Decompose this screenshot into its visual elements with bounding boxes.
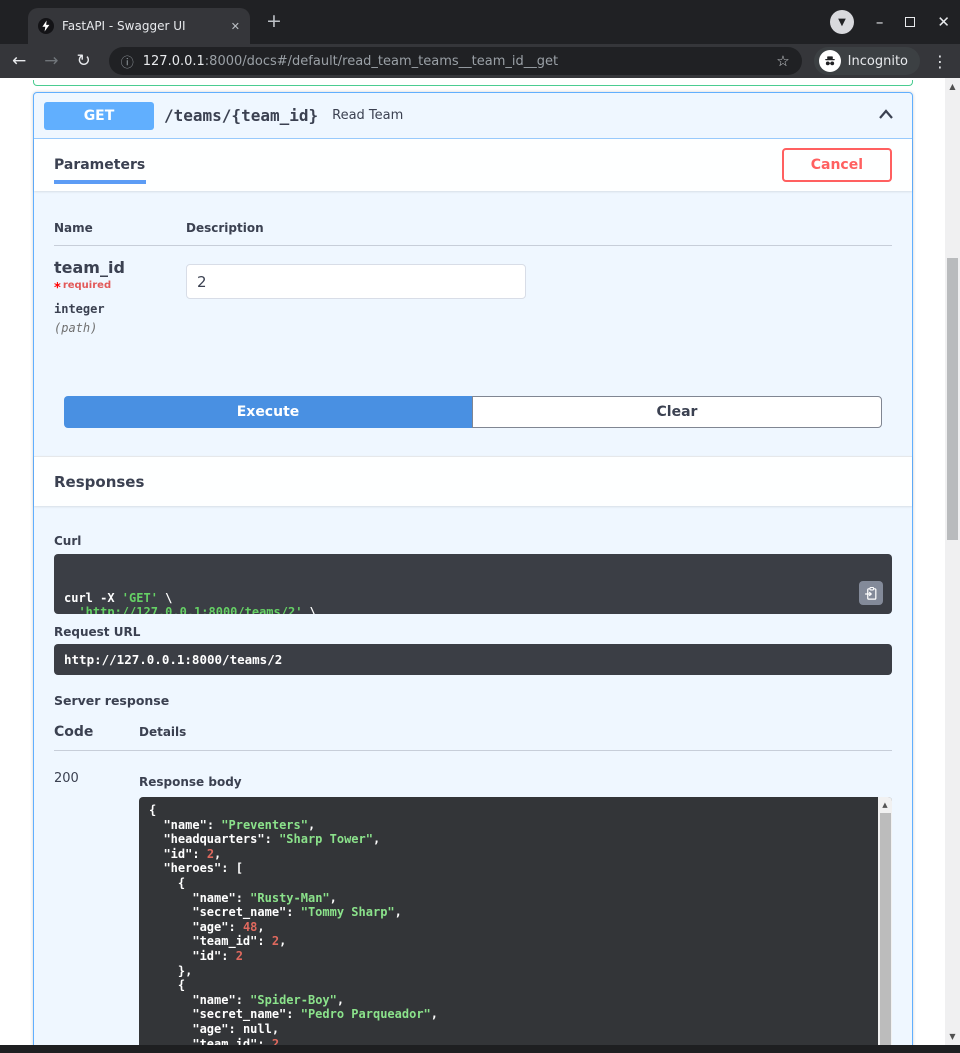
execute-button[interactable]: Execute [64,396,472,428]
curl-block: curl -X 'GET' \ 'http://127.0.0.1:8000/t… [54,554,892,614]
curl-label: Curl [54,534,892,548]
browser-tab[interactable]: FastAPI - Swagger UI ✕ [28,8,250,44]
incognito-badge: Incognito [814,47,920,75]
page-scrollbar[interactable]: ▲ ▼ [945,78,960,1045]
scroll-up-arrow-icon[interactable]: ▲ [878,797,892,809]
responses-section-header: Responses [34,456,912,506]
team-id-input[interactable] [186,264,526,299]
clear-button[interactable]: Clear [472,396,882,428]
required-asterisk: * [54,281,61,296]
parameter-row: team_id *required integer (path) [54,258,892,335]
request-url-label: Request URL [54,625,892,639]
responses-body: Curl curl -X 'GET' \ 'http://127.0.0.1:8… [34,506,912,1045]
response-body-block: { "name": "Preventers", "headquarters": … [139,797,892,1045]
tab-close-icon[interactable]: ✕ [231,20,240,33]
page-scrollbar-thumb[interactable] [947,258,958,540]
tab-title: FastAPI - Swagger UI [62,19,223,33]
tab-parameters[interactable]: Parameters [54,157,145,173]
description-column-header: Description [186,221,264,235]
server-response-label: Server response [54,693,892,708]
response-body-scrollbar[interactable]: ▲ [878,797,892,1045]
swagger-page: GET /teams/{team_id} Read Team Parameter… [0,78,945,1045]
fastapi-favicon-icon [38,18,54,34]
response-table-divider [54,750,892,751]
parameters-tab-label: Parameters [54,157,145,173]
operation-summary: Read Team [332,108,403,123]
response-scrollbar-thumb[interactable] [880,813,891,1045]
name-column-header: Name [54,221,186,235]
site-info-icon[interactable]: ⓘ [121,52,134,71]
browser-toolbar: ← → ↻ ⓘ 127.0.0.1:8000/docs#/default/rea… [0,44,960,78]
required-label: required [63,280,111,291]
collapse-chevron-icon[interactable] [870,102,902,129]
page-scroll-up-icon[interactable]: ▲ [945,82,960,91]
browser-titlebar: FastAPI - Swagger UI ✕ + ▼ – ✕ [0,0,960,44]
browser-menu-button[interactable]: ⋮ [932,52,948,71]
operation-path: /teams/{team_id} [164,106,318,125]
response-row: 200 Response body { "name": "Preventers"… [54,765,892,1045]
parameter-location: (path) [54,321,186,335]
forward-button: → [44,51,58,71]
page-viewport: GET /teams/{team_id} Read Team Parameter… [0,78,960,1045]
url-text: 127.0.0.1:8000/docs#/default/read_team_t… [143,54,558,69]
parameter-type: integer [54,302,186,316]
address-bar[interactable]: ⓘ 127.0.0.1:8000/docs#/default/read_team… [109,47,802,75]
table-divider [54,245,892,246]
details-column-header: Details [139,725,186,739]
close-window-button[interactable]: ✕ [937,15,950,30]
response-json-code: { "name": "Preventers", "headquarters": … [139,797,892,1045]
window-bottom-frame [0,1045,960,1053]
new-tab-button[interactable]: + [266,10,282,32]
operation-header[interactable]: GET /teams/{team_id} Read Team [34,93,912,139]
responses-title: Responses [54,473,144,491]
code-column-header: Code [54,724,139,740]
back-button[interactable]: ← [12,51,26,71]
parameters-section-header: Parameters Cancel [34,139,912,191]
get-operation-block: GET /teams/{team_id} Read Team Parameter… [33,92,913,1045]
active-tab-underline [54,180,146,184]
parameter-name: team_id *required [54,258,186,296]
cancel-button[interactable]: Cancel [782,148,892,182]
page-scroll-down-icon[interactable]: ▼ [945,1032,960,1041]
browser-menu-circle-icon[interactable]: ▼ [830,10,854,34]
copy-to-clipboard-button[interactable] [859,581,883,605]
parameters-body: Name Description team_id *required integ… [34,221,912,456]
status-code: 200 [54,765,139,1045]
incognito-icon [819,50,841,72]
method-badge: GET [44,102,154,130]
url-host: 127.0.0.1 [143,54,205,69]
url-path: :8000/docs#/default/read_team_teams__tea… [205,54,558,69]
minimize-button[interactable]: – [876,15,884,30]
curl-code: curl -X 'GET' \ 'http://127.0.0.1:8000/t… [64,591,848,614]
incognito-label: Incognito [848,54,908,69]
response-body-label: Response body [139,775,892,789]
request-url-value: http://127.0.0.1:8000/teams/2 [54,644,892,675]
bookmark-star-icon[interactable]: ☆ [776,52,789,70]
reload-button[interactable]: ↻ [77,51,91,71]
previous-operation-block-edge [33,80,913,86]
maximize-button[interactable] [905,17,915,27]
